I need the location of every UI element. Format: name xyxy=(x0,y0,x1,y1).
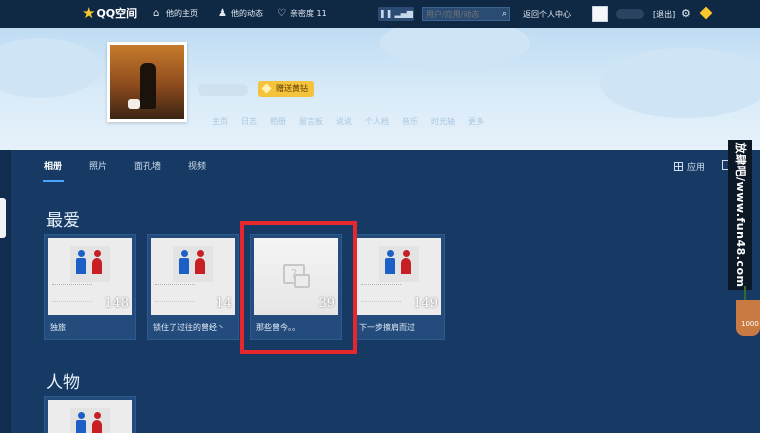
search-icon[interactable]: ⌕ xyxy=(502,9,507,19)
apps-button[interactable]: 应用 xyxy=(674,160,705,173)
cloud-decoration xyxy=(380,28,530,68)
watermark-text: 放肆吧/www.fun48.com xyxy=(734,142,747,288)
album-card[interactable]: 14 锁住了过往的曾经丶 xyxy=(147,234,239,340)
side-feedback-tab[interactable] xyxy=(0,198,6,238)
grid-icon xyxy=(674,162,683,171)
album-photo-count: 149 xyxy=(413,296,438,311)
restroom-sign-image xyxy=(173,246,213,282)
subnav-item[interactable]: 说说 xyxy=(336,116,352,127)
album-photo-count: 148 xyxy=(104,296,129,311)
nav-his-home-label: 他的主页 xyxy=(166,9,198,18)
cloud-decoration xyxy=(0,38,100,98)
subnav-item[interactable]: 更多 xyxy=(468,116,484,127)
yellow-diamond-icon[interactable] xyxy=(699,6,713,20)
signal-toggle[interactable]: ❚❚ ▂▄▆ xyxy=(378,7,414,21)
scribble-decoration xyxy=(155,284,195,302)
star-icon: ★ xyxy=(82,3,96,22)
flower-pot-image xyxy=(736,300,760,336)
active-tab-indicator xyxy=(43,180,64,182)
subnav-item[interactable]: 时光轴 xyxy=(431,116,455,127)
restroom-sign-image xyxy=(70,408,110,433)
avatar-figure xyxy=(140,63,156,109)
subnav-item[interactable]: 相册 xyxy=(270,116,286,127)
highlight-box xyxy=(240,221,357,354)
bars-icon: ▂▄▆ xyxy=(394,9,413,18)
profile-subnav: 主页 日志 相册 留言板 说说 个人档 音乐 时光轴 更多 xyxy=(212,116,497,127)
profile-avatar[interactable] xyxy=(107,42,187,122)
diamond-icon xyxy=(261,83,272,94)
tab-photos[interactable]: 照片 xyxy=(89,159,107,172)
album-cover: 14 xyxy=(151,238,235,315)
search-box: ⌕ xyxy=(422,7,510,21)
avatar-dog xyxy=(128,99,140,109)
album-cover: 149 xyxy=(357,238,441,315)
restroom-sign-image xyxy=(379,246,419,282)
gift-yellow-diamond-button[interactable]: 赠送黄钻 xyxy=(258,81,314,97)
album-card[interactable]: 149 下一步擦肩而过 xyxy=(353,234,445,340)
album-card[interactable] xyxy=(44,396,136,433)
nav-his-home[interactable]: ⌂ 他的主页 xyxy=(153,8,198,19)
subnav-item[interactable]: 音乐 xyxy=(402,116,418,127)
subnav-item[interactable]: 个人档 xyxy=(365,116,389,127)
subnav-item[interactable]: 留言板 xyxy=(299,116,323,127)
profile-name-blurred xyxy=(198,84,248,96)
tab-face-wall[interactable]: 面孔墙 xyxy=(134,159,161,172)
top-bar: ★ QQ空间 ⌂ 他的主页 ♟ 他的动态 ♡ 亲密度 11 ❚❚ ▂▄▆ ⌕ 返… xyxy=(0,0,760,28)
tab-videos[interactable]: 视频 xyxy=(188,159,206,172)
section-title-favorites: 最爱 xyxy=(46,211,80,231)
back-home-link[interactable]: 返回个人中心 xyxy=(523,9,571,20)
person-icon: ♟ xyxy=(218,7,227,19)
album-name: 锁住了过往的曾经丶 xyxy=(153,323,225,332)
logo-text: QQ空间 xyxy=(96,7,138,20)
user-avatar[interactable] xyxy=(592,6,608,22)
album-panel: 相册 照片 面孔墙 视频 应用 最爱 148 独旅 14 锁住了过往的曾经丶 3… xyxy=(11,150,760,433)
gear-icon[interactable]: ⚙ xyxy=(681,7,691,20)
apps-label: 应用 xyxy=(687,163,706,173)
album-cover xyxy=(48,400,132,433)
nav-intimacy-label: 亲密度 11 xyxy=(290,9,327,18)
nav-his-feeds-label: 他的动态 xyxy=(231,9,263,18)
tab-albums[interactable]: 相册 xyxy=(44,159,62,172)
qzone-logo[interactable]: ★ QQ空间 xyxy=(82,5,137,21)
subnav-item[interactable]: 日志 xyxy=(241,116,257,127)
home-icon: ⌂ xyxy=(153,7,160,19)
album-cover: 148 xyxy=(48,238,132,315)
nav-intimacy[interactable]: ♡ 亲密度 11 xyxy=(277,8,327,19)
pause-icon: ❚❚ xyxy=(379,9,393,18)
heart-icon: ♡ xyxy=(277,7,286,19)
album-name: 下一步擦肩而过 xyxy=(359,323,415,332)
scribble-decoration xyxy=(361,284,401,302)
album-tabs: 相册 照片 面孔墙 视频 应用 xyxy=(11,150,760,184)
search-input[interactable] xyxy=(423,8,493,20)
profile-banner: 赠送黄钻 主页 日志 相册 留言板 说说 个人档 音乐 时光轴 更多 xyxy=(0,28,760,150)
scribble-decoration xyxy=(52,284,92,302)
subnav-item[interactable]: 主页 xyxy=(212,116,228,127)
restroom-sign-image xyxy=(70,246,110,282)
album-photo-count: 14 xyxy=(215,296,232,311)
album-card[interactable]: 148 独旅 xyxy=(44,234,136,340)
user-name-blurred[interactable] xyxy=(616,9,644,19)
pot-number: 1000 xyxy=(741,320,759,328)
nav-his-feeds[interactable]: ♟ 他的动态 xyxy=(218,8,263,19)
section-title-people: 人物 xyxy=(46,373,80,393)
cloud-decoration xyxy=(600,48,760,118)
album-name: 独旅 xyxy=(50,323,66,332)
gift-button-label: 赠送黄钻 xyxy=(276,84,308,93)
logout-link[interactable]: [退出] xyxy=(653,9,675,20)
